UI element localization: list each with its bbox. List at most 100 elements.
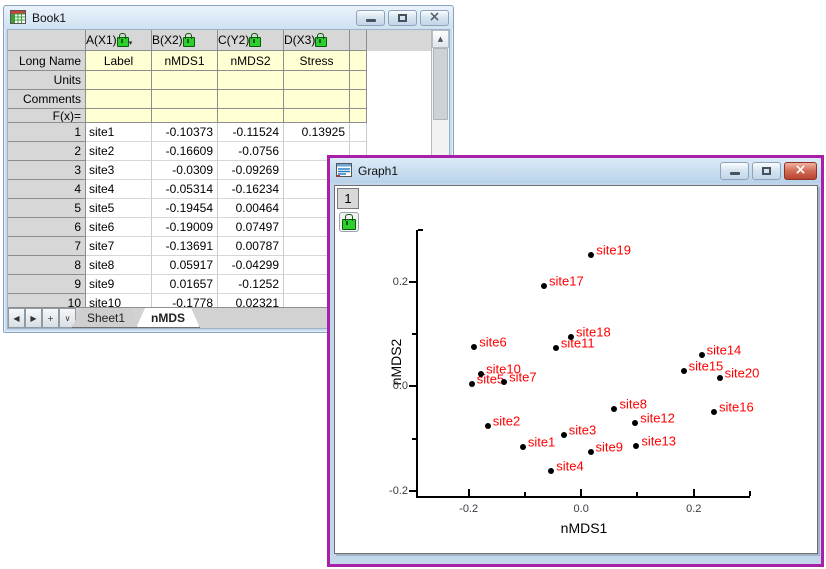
row-number-cell[interactable]: 6 <box>8 218 86 237</box>
data-cell[interactable]: 0.07497 <box>218 218 284 237</box>
header-value-cell[interactable] <box>350 51 367 71</box>
data-cell[interactable]: 0.00464 <box>218 199 284 218</box>
data-point[interactable] <box>632 419 639 426</box>
graph1-titlebar[interactable]: Graph1 × <box>330 158 821 183</box>
header-value-cell[interactable]: Label <box>86 51 152 71</box>
data-point[interactable] <box>471 344 478 351</box>
data-point[interactable] <box>519 443 526 450</box>
graph1-window[interactable]: Graph1 × 1 nMDS1 nMDS2 -0.2 0.0 0.2 -0.2 0.0… <box>327 155 824 567</box>
data-cell[interactable]: site5 <box>86 199 152 218</box>
tab-scroll-left-button[interactable]: ◀ <box>8 308 25 328</box>
row-number-cell[interactable]: 10 <box>8 294 86 307</box>
data-point[interactable] <box>587 448 594 455</box>
data-cell[interactable]: site8 <box>86 256 152 275</box>
graph1-close-button[interactable]: × <box>784 161 817 180</box>
header-value-cell[interactable] <box>284 71 350 90</box>
book1-restore-button[interactable] <box>388 9 417 26</box>
data-point[interactable] <box>484 422 491 429</box>
data-point[interactable] <box>501 379 508 386</box>
data-cell[interactable]: -0.1252 <box>218 275 284 294</box>
add-sheet-button[interactable]: + <box>42 308 59 328</box>
lock-icon[interactable] <box>339 212 359 232</box>
data-cell[interactable]: -0.16234 <box>218 180 284 199</box>
data-cell[interactable]: site2 <box>86 142 152 161</box>
header-value-cell[interactable] <box>218 90 284 109</box>
row-number-cell[interactable]: 5 <box>8 199 86 218</box>
data-cell[interactable]: -0.1778 <box>152 294 218 307</box>
row-number-cell[interactable]: 1 <box>8 123 86 142</box>
row-label-cell[interactable]: Long Name <box>8 51 86 71</box>
data-cell[interactable]: site1 <box>86 123 152 142</box>
layer-1-button[interactable]: 1 <box>337 188 359 209</box>
data-cell[interactable]: -0.09269 <box>218 161 284 180</box>
row-number-cell[interactable]: 7 <box>8 237 86 256</box>
data-cell[interactable]: 0.00787 <box>218 237 284 256</box>
data-point[interactable] <box>710 409 717 416</box>
sheet-tab-sheet1[interactable]: Sheet1 <box>72 308 140 328</box>
data-cell[interactable]: site9 <box>86 275 152 294</box>
row-label-cell[interactable]: F(x)= <box>8 109 86 123</box>
column-header-A(X1)[interactable]: A(X1) ▾ <box>86 30 152 51</box>
header-value-cell[interactable]: nMDS2 <box>218 51 284 71</box>
header-value-cell[interactable] <box>86 71 152 90</box>
data-cell[interactable]: -0.0756 <box>218 142 284 161</box>
data-cell[interactable]: -0.05314 <box>152 180 218 199</box>
data-cell[interactable]: -0.11524 <box>218 123 284 142</box>
scroll-up-button[interactable]: ▲ <box>432 30 449 48</box>
sheet-tab-nmds[interactable]: nMDS <box>136 308 200 328</box>
data-point[interactable] <box>698 351 705 358</box>
header-value-cell[interactable] <box>284 109 350 123</box>
row-number-cell[interactable]: 4 <box>8 180 86 199</box>
graph1-minimize-button[interactable] <box>720 161 749 180</box>
data-cell[interactable]: site4 <box>86 180 152 199</box>
header-value-cell[interactable] <box>152 90 218 109</box>
data-point[interactable] <box>552 344 559 351</box>
data-point[interactable] <box>541 283 548 290</box>
header-value-cell[interactable]: Stress <box>284 51 350 71</box>
data-point[interactable] <box>611 405 618 412</box>
header-value-cell[interactable] <box>350 90 367 109</box>
data-point[interactable] <box>716 374 723 381</box>
data-point[interactable] <box>468 381 475 388</box>
header-value-cell[interactable] <box>218 109 284 123</box>
data-point[interactable] <box>633 442 640 449</box>
header-value-cell[interactable] <box>350 109 367 123</box>
data-point[interactable] <box>478 371 485 378</box>
data-cell[interactable]: 0.02321 <box>218 294 284 307</box>
data-cell[interactable]: 0.05917 <box>152 256 218 275</box>
data-point[interactable] <box>560 431 567 438</box>
data-cell[interactable]: -0.0309 <box>152 161 218 180</box>
header-value-cell[interactable] <box>284 90 350 109</box>
header-value-cell[interactable] <box>218 71 284 90</box>
data-cell[interactable]: -0.13691 <box>152 237 218 256</box>
row-number-cell[interactable]: 9 <box>8 275 86 294</box>
book1-titlebar[interactable]: Book1 × <box>4 6 453 29</box>
row-number-cell[interactable]: 2 <box>8 142 86 161</box>
scroll-thumb[interactable] <box>433 48 448 120</box>
tab-scroll-right-button[interactable]: ▶ <box>25 308 42 328</box>
header-value-cell[interactable] <box>152 71 218 90</box>
column-header-B(X2)[interactable]: B(X2) <box>152 30 218 51</box>
header-value-cell[interactable] <box>86 90 152 109</box>
column-header-C(Y2)[interactable]: C(Y2) <box>218 30 284 51</box>
data-cell[interactable]: site7 <box>86 237 152 256</box>
header-value-cell[interactable] <box>350 71 367 90</box>
data-cell[interactable] <box>350 123 367 142</box>
column-header-D(X3)[interactable]: D(X3) <box>284 30 350 51</box>
data-point[interactable] <box>568 333 575 340</box>
book1-minimize-button[interactable] <box>356 9 385 26</box>
data-point[interactable] <box>588 251 595 258</box>
data-cell[interactable]: -0.10373 <box>152 123 218 142</box>
row-number-cell[interactable]: 3 <box>8 161 86 180</box>
data-cell[interactable]: site3 <box>86 161 152 180</box>
book1-close-button[interactable]: × <box>420 9 449 26</box>
data-cell[interactable]: -0.19009 <box>152 218 218 237</box>
data-cell[interactable]: -0.04299 <box>218 256 284 275</box>
data-cell[interactable]: site10 <box>86 294 152 307</box>
row-number-cell[interactable]: 8 <box>8 256 86 275</box>
corner-cell[interactable] <box>8 30 86 51</box>
data-cell[interactable]: site6 <box>86 218 152 237</box>
header-value-cell[interactable] <box>152 109 218 123</box>
header-value-cell[interactable]: nMDS1 <box>152 51 218 71</box>
data-cell[interactable]: 0.01657 <box>152 275 218 294</box>
